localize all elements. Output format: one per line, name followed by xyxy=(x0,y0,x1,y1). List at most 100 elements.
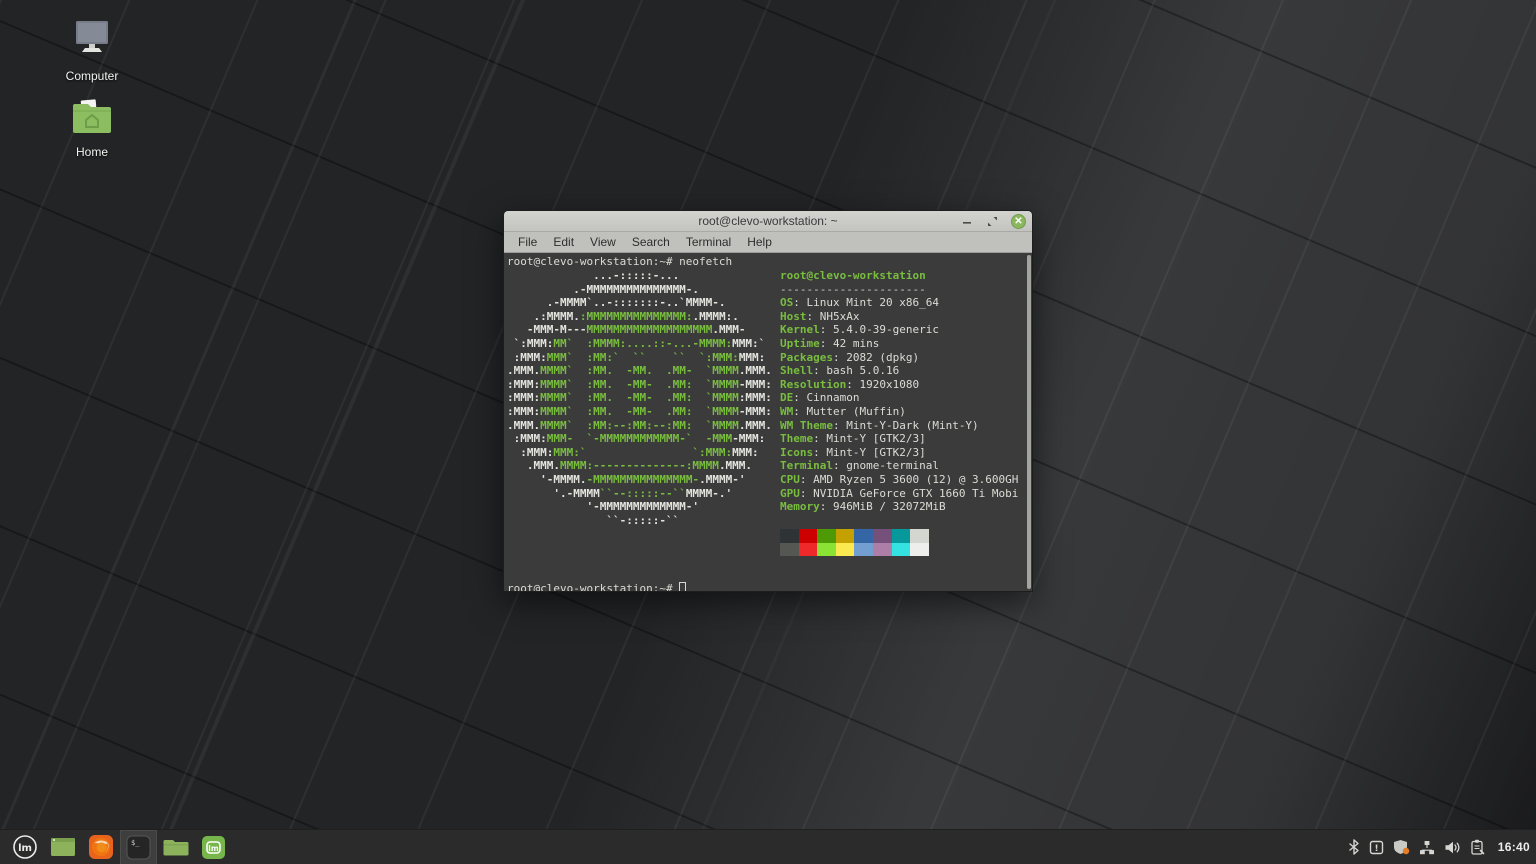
terminal-window-list-button[interactable]: $_ xyxy=(120,830,157,864)
neofetch-info: root@clevo-workstation------------------… xyxy=(780,269,1018,514)
ascii-art-line: .MMM.MMMM` :MM. -MM. .MM- `MMMM.MMM. xyxy=(507,364,772,378)
desktop-icon-home[interactable]: Home xyxy=(49,98,135,159)
ascii-art-line: `:MMM:MM` :MMMM:....::-...-MMMM:MMM:` xyxy=(507,337,772,351)
reports-clipboard-icon[interactable] xyxy=(1470,839,1485,855)
scrollbar[interactable] xyxy=(1025,253,1032,591)
titlebar[interactable]: root@clevo-workstation: ~ ✕ xyxy=(504,211,1032,232)
system-tray: ! xyxy=(1348,830,1530,864)
neofetch-underline: ---------------------- xyxy=(780,283,1018,297)
palette-swatch xyxy=(817,529,836,543)
ascii-art-line: '-MMMMMMMMMMMMM-' xyxy=(507,500,772,514)
neofetch-info-line: Terminal: gnome-terminal xyxy=(780,459,1018,473)
neofetch-info-line: WM Theme: Mint-Y-Dark (Mint-Y) xyxy=(780,419,1018,433)
palette-swatch xyxy=(836,543,855,557)
menu-item-search[interactable]: Search xyxy=(624,234,678,250)
terminal-body[interactable]: root@clevo-workstation:~# neofetch ...-:… xyxy=(504,253,1032,591)
menu-item-view[interactable]: View xyxy=(582,234,624,250)
palette-swatch xyxy=(910,529,929,543)
palette-swatch xyxy=(780,529,799,543)
neofetch-info-line: Icons: Mint-Y [GTK2/3] xyxy=(780,446,1018,460)
terminal-window[interactable]: root@clevo-workstation: ~ ✕ FileEditView… xyxy=(503,210,1033,592)
menu-item-terminal[interactable]: Terminal xyxy=(678,234,739,250)
svg-text:$_: $_ xyxy=(131,839,140,847)
close-button[interactable]: ✕ xyxy=(1011,214,1026,229)
palette-swatch xyxy=(817,543,836,557)
window-controls: ✕ xyxy=(959,211,1026,232)
home-folder-icon xyxy=(69,127,115,141)
updates-icon[interactable]: ! xyxy=(1369,840,1384,855)
ascii-art-line: ...-:::::-... xyxy=(507,269,772,283)
desktop-icon-label: Computer xyxy=(49,69,135,83)
firewall-shield-icon[interactable] xyxy=(1393,839,1410,855)
neofetch-info-line: Memory: 946MiB / 32072MiB xyxy=(780,500,1018,514)
minimize-button[interactable] xyxy=(959,214,974,229)
ascii-art-line: '.-MMMM``--:::::--``MMMM-.' xyxy=(507,487,772,501)
ascii-art-line: :MMM:MMMM` :MM. -MM- .MM: `MMMM-MMM: xyxy=(507,405,772,419)
taskbar: lm $_ xyxy=(0,829,1536,864)
palette-swatch xyxy=(892,543,911,557)
palette-swatch xyxy=(799,529,818,543)
palette-swatch xyxy=(873,529,892,543)
ascii-art-line: :MMM:MMM- `-MMMMMMMMMMMM-` -MMM-MMM: xyxy=(507,432,772,446)
menu-item-help[interactable]: Help xyxy=(739,234,780,250)
scrollbar-thumb[interactable] xyxy=(1027,255,1031,589)
palette-swatch xyxy=(780,543,799,557)
palette-swatch xyxy=(854,529,873,543)
neofetch-info-line: Host: NH5xAx xyxy=(780,310,1018,324)
window-title: root@clevo-workstation: ~ xyxy=(504,214,1032,228)
neofetch-info-line: WM: Mutter (Muffin) xyxy=(780,405,1018,419)
neofetch-info-line: Theme: Mint-Y [GTK2/3] xyxy=(780,432,1018,446)
ascii-art-line: '-MMMM.-MMMMMMMMMMMMMMM-.MMMM-' xyxy=(507,473,772,487)
svg-text:lm: lm xyxy=(208,844,219,853)
ascii-art-line: :MMM:MMMM` :MM. -MM- .MM: `MMMM:MMM: xyxy=(507,391,772,405)
neofetch-host-title: root@clevo-workstation xyxy=(780,269,1018,283)
ascii-art-line: :MMM:MMMM` :MM. -MM- .MM: `MMMM-MMM: xyxy=(507,378,772,392)
software-manager-launcher[interactable]: lm xyxy=(195,830,232,864)
neofetch-info-line: Shell: bash 5.0.16 xyxy=(780,364,1018,378)
mint-menu-button[interactable]: lm xyxy=(6,830,44,864)
ascii-art-line: .:MMMM.:MMMMMMMMMMMMMMM:.MMMM:. xyxy=(507,310,772,324)
terminal-cursor xyxy=(679,582,686,591)
desktop-icon-label: Home xyxy=(49,145,135,159)
menu-item-edit[interactable]: Edit xyxy=(545,234,582,250)
neofetch-ascii-art: ...-:::::-... .-MMMMMMMMMMMMMMM-. .-MMMM… xyxy=(507,269,772,527)
neofetch-info-line: Uptime: 42 mins xyxy=(780,337,1018,351)
ascii-art-line: .MMM.MMMM` :MM:--:MM:--:MM: `MMMM.MMM. xyxy=(507,419,772,433)
neofetch-info-line: Kernel: 5.4.0-39-generic xyxy=(780,323,1018,337)
clock[interactable]: 16:40 xyxy=(1498,840,1530,854)
terminal-prompt-line: root@clevo-workstation:~# xyxy=(507,582,686,591)
terminal-color-palette xyxy=(780,529,929,556)
terminal-prompt: root@clevo-workstation:~# xyxy=(507,582,679,591)
desktop: Computer Home root@clevo-workstation: ~ xyxy=(0,0,1536,864)
svg-text:lm: lm xyxy=(18,843,32,854)
bluetooth-icon[interactable] xyxy=(1348,839,1360,855)
palette-swatch xyxy=(910,543,929,557)
neofetch-info-line: GPU: NVIDIA GeForce GTX 1660 Ti Mobi xyxy=(780,487,1018,501)
computer-icon xyxy=(69,51,115,65)
neofetch-info-line: DE: Cinnamon xyxy=(780,391,1018,405)
firefox-launcher[interactable] xyxy=(82,830,120,864)
ascii-art-line: -MMM-M---MMMMMMMMMMMMMMMMMMM.MMM- xyxy=(507,323,772,337)
taskbar-launchers: lm $_ xyxy=(6,830,232,864)
menu-item-file[interactable]: File xyxy=(510,234,545,250)
palette-swatch xyxy=(836,529,855,543)
svg-text:!: ! xyxy=(1374,844,1378,854)
ascii-art-line: .MMM.MMMM:--------------:MMMM.MMM. xyxy=(507,459,772,473)
desktop-icon-computer[interactable]: Computer xyxy=(49,18,135,83)
palette-swatch xyxy=(799,543,818,557)
files-launcher[interactable] xyxy=(157,830,195,864)
volume-icon[interactable] xyxy=(1444,840,1461,855)
neofetch-info-line: Packages: 2082 (dpkg) xyxy=(780,351,1018,365)
show-desktop-button[interactable] xyxy=(44,830,82,864)
palette-swatch xyxy=(873,543,892,557)
ascii-art-line: .-MMMMMMMMMMMMMMM-. xyxy=(507,283,772,297)
network-icon[interactable] xyxy=(1419,840,1435,855)
neofetch-info-line: Resolution: 1920x1080 xyxy=(780,378,1018,392)
ascii-art-line: .-MMMM`..-:::::::-..`MMMM-. xyxy=(507,296,772,310)
ascii-art-line: :MMM:MMM` :MM:` `` `` `:MMM:MMM: xyxy=(507,351,772,365)
palette-swatch xyxy=(854,543,873,557)
neofetch-info-line: CPU: AMD Ryzen 5 3600 (12) @ 3.600GH xyxy=(780,473,1018,487)
palette-swatch xyxy=(892,529,911,543)
ascii-art-line: ``-:::::-`` xyxy=(507,514,772,528)
restore-button[interactable] xyxy=(985,214,1000,229)
